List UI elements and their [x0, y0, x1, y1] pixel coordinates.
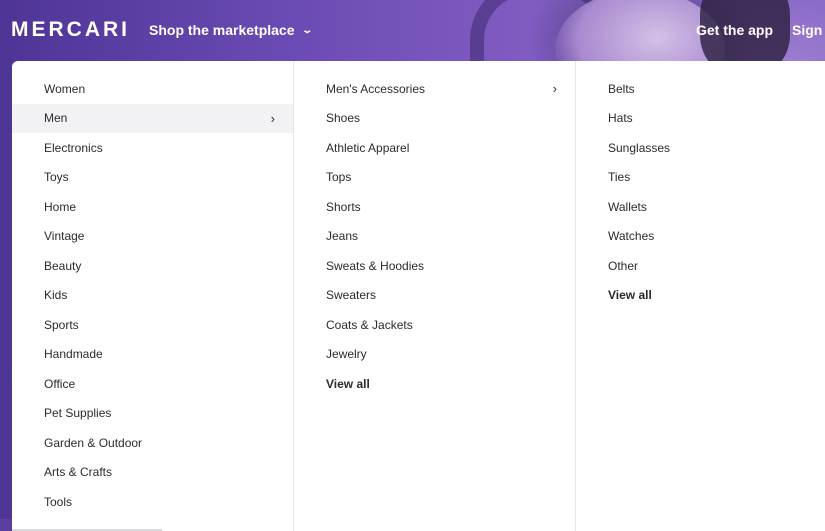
men-subcategory-item[interactable]: Shoes [294, 104, 575, 134]
category-item-label: Toys [44, 170, 69, 185]
accessories-subcategory-item-label: Watches [608, 229, 655, 244]
category-mega-menu: Women Men › Electronics Toys Home Vintage Beaut… [12, 61, 825, 531]
category-item[interactable]: Vintage [12, 222, 293, 252]
category-item[interactable]: Pet Supplies [12, 399, 293, 429]
category-item-label: Kids [44, 288, 68, 303]
men-subcategory-item-label: Sweaters [326, 288, 377, 303]
header-links: Get the app Sign u [696, 0, 825, 60]
accessories-subcategory-item-label: Ties [608, 170, 631, 185]
chevron-right-icon: › [270, 110, 275, 126]
men-subcategory-item[interactable]: Coats & Jackets [294, 310, 575, 340]
category-item-label: Vintage [44, 229, 85, 244]
mercari-logo[interactable]: MERCARI [11, 18, 130, 42]
men-subcategory-item[interactable]: Sweaters [294, 281, 575, 311]
category-item-label: Handmade [44, 347, 103, 362]
men-subcategory-item-label: Jewelry [326, 347, 367, 362]
men-subcategory-item[interactable]: Athletic Apparel [294, 133, 575, 163]
category-column: Women Men › Electronics Toys Home Vintage Beaut… [12, 61, 294, 531]
category-item[interactable]: Electronics [12, 133, 293, 163]
accessories-subcategory-item[interactable]: Hats [576, 104, 825, 134]
category-item-label: Beauty [44, 258, 82, 273]
category-item[interactable]: Sports [12, 310, 293, 340]
men-subcategory-item-label: Coats & Jackets [326, 317, 413, 332]
sub-subcategory-list: Belts Hats Sunglasses Ties Wallets Watches Oth… [576, 61, 825, 310]
men-subcategory-item-label: Jeans [326, 229, 359, 244]
category-item[interactable]: Kids [12, 281, 293, 311]
category-list: Women Men › Electronics Toys Home Vintage Beaut… [12, 61, 293, 517]
shop-marketplace-label: Shop the marketplace [149, 22, 295, 38]
men-subcategory-item[interactable]: Sweats & Hoodies [294, 251, 575, 281]
category-item[interactable]: Handmade [12, 340, 293, 370]
accessories-subcategory-item[interactable]: Sunglasses [576, 133, 825, 163]
category-item-label: Tools [44, 494, 73, 509]
category-item-label: Men [44, 111, 68, 126]
category-item-label: Arts & Crafts [44, 465, 113, 480]
category-item-label: Home [44, 199, 77, 214]
category-item[interactable]: Toys [12, 163, 293, 193]
men-subcategory-item[interactable]: Tops [294, 163, 575, 193]
men-subcategory-item[interactable]: Jeans [294, 222, 575, 252]
men-subcategory-item-label: Sweats & Hoodies [326, 258, 425, 273]
category-item[interactable]: Arts & Crafts [12, 458, 293, 488]
shop-marketplace-menu[interactable]: Shop the marketplace ⌄ [149, 22, 313, 38]
category-item-label: Office [44, 376, 76, 391]
category-item[interactable]: Tools [12, 487, 293, 517]
men-subcategory-item-label: View all [326, 376, 370, 391]
accessories-subcategory-item-label: Hats [608, 111, 633, 126]
top-navigation: MERCARI Shop the marketplace ⌄ Get the a… [0, 0, 825, 60]
men-subcategory-item[interactable]: Jewelry [294, 340, 575, 370]
subcategory-column: Men's Accessories › Shoes Athletic Apparel T… [294, 61, 576, 531]
category-item[interactable]: Women [12, 74, 293, 104]
accessories-subcategory-item-label: Sunglasses [608, 140, 671, 155]
subcategory-list: Men's Accessories › Shoes Athletic Apparel T… [294, 61, 575, 399]
category-item[interactable]: Beauty [12, 251, 293, 281]
men-subcategory-item-label: Shorts [326, 199, 361, 214]
chevron-down-icon: ⌄ [300, 24, 313, 36]
category-item-label: Pet Supplies [44, 406, 112, 421]
category-item-label: Electronics [44, 140, 103, 155]
men-subcategory-item-label: Athletic Apparel [326, 140, 410, 155]
accessories-subcategory-item[interactable]: Watches [576, 222, 825, 252]
category-item[interactable]: Men › [12, 103, 293, 133]
men-subcategory-item-label: Tops [326, 170, 352, 185]
chevron-right-icon: › [552, 81, 557, 97]
get-app-link[interactable]: Get the app [696, 22, 773, 38]
men-subcategory-item[interactable]: Shorts [294, 192, 575, 222]
men-subcategory-item-label: Men's Accessories [326, 81, 425, 96]
accessories-subcategory-item-label: Belts [608, 81, 635, 96]
category-item-label: Garden & Outdoor [44, 435, 143, 450]
accessories-subcategory-item-label: Wallets [608, 199, 647, 214]
accessories-subcategory-item[interactable]: Ties [576, 163, 825, 193]
category-item[interactable]: Garden & Outdoor [12, 428, 293, 458]
men-subcategory-view-all[interactable]: View all [294, 369, 575, 399]
men-subcategory-item-label: Shoes [326, 111, 361, 126]
accessories-subcategory-item-label: Other [608, 258, 639, 273]
men-subcategory-item[interactable]: Men's Accessories › [294, 74, 575, 104]
accessories-subcategory-item-label: View all [608, 288, 652, 303]
category-item[interactable]: Office [12, 369, 293, 399]
accessories-subcategory-item[interactable]: Belts [576, 74, 825, 104]
sign-up-link[interactable]: Sign u [792, 22, 825, 38]
accessories-subcategory-item[interactable]: Other [576, 251, 825, 281]
sub-subcategory-column: Belts Hats Sunglasses Ties Wallets Watches Oth… [576, 61, 825, 531]
accessories-subcategory-view-all[interactable]: View all [576, 281, 825, 311]
accessories-subcategory-item[interactable]: Wallets [576, 192, 825, 222]
category-item-label: Sports [44, 317, 79, 332]
category-item-label: Women [44, 81, 86, 96]
category-item[interactable]: Home [12, 192, 293, 222]
